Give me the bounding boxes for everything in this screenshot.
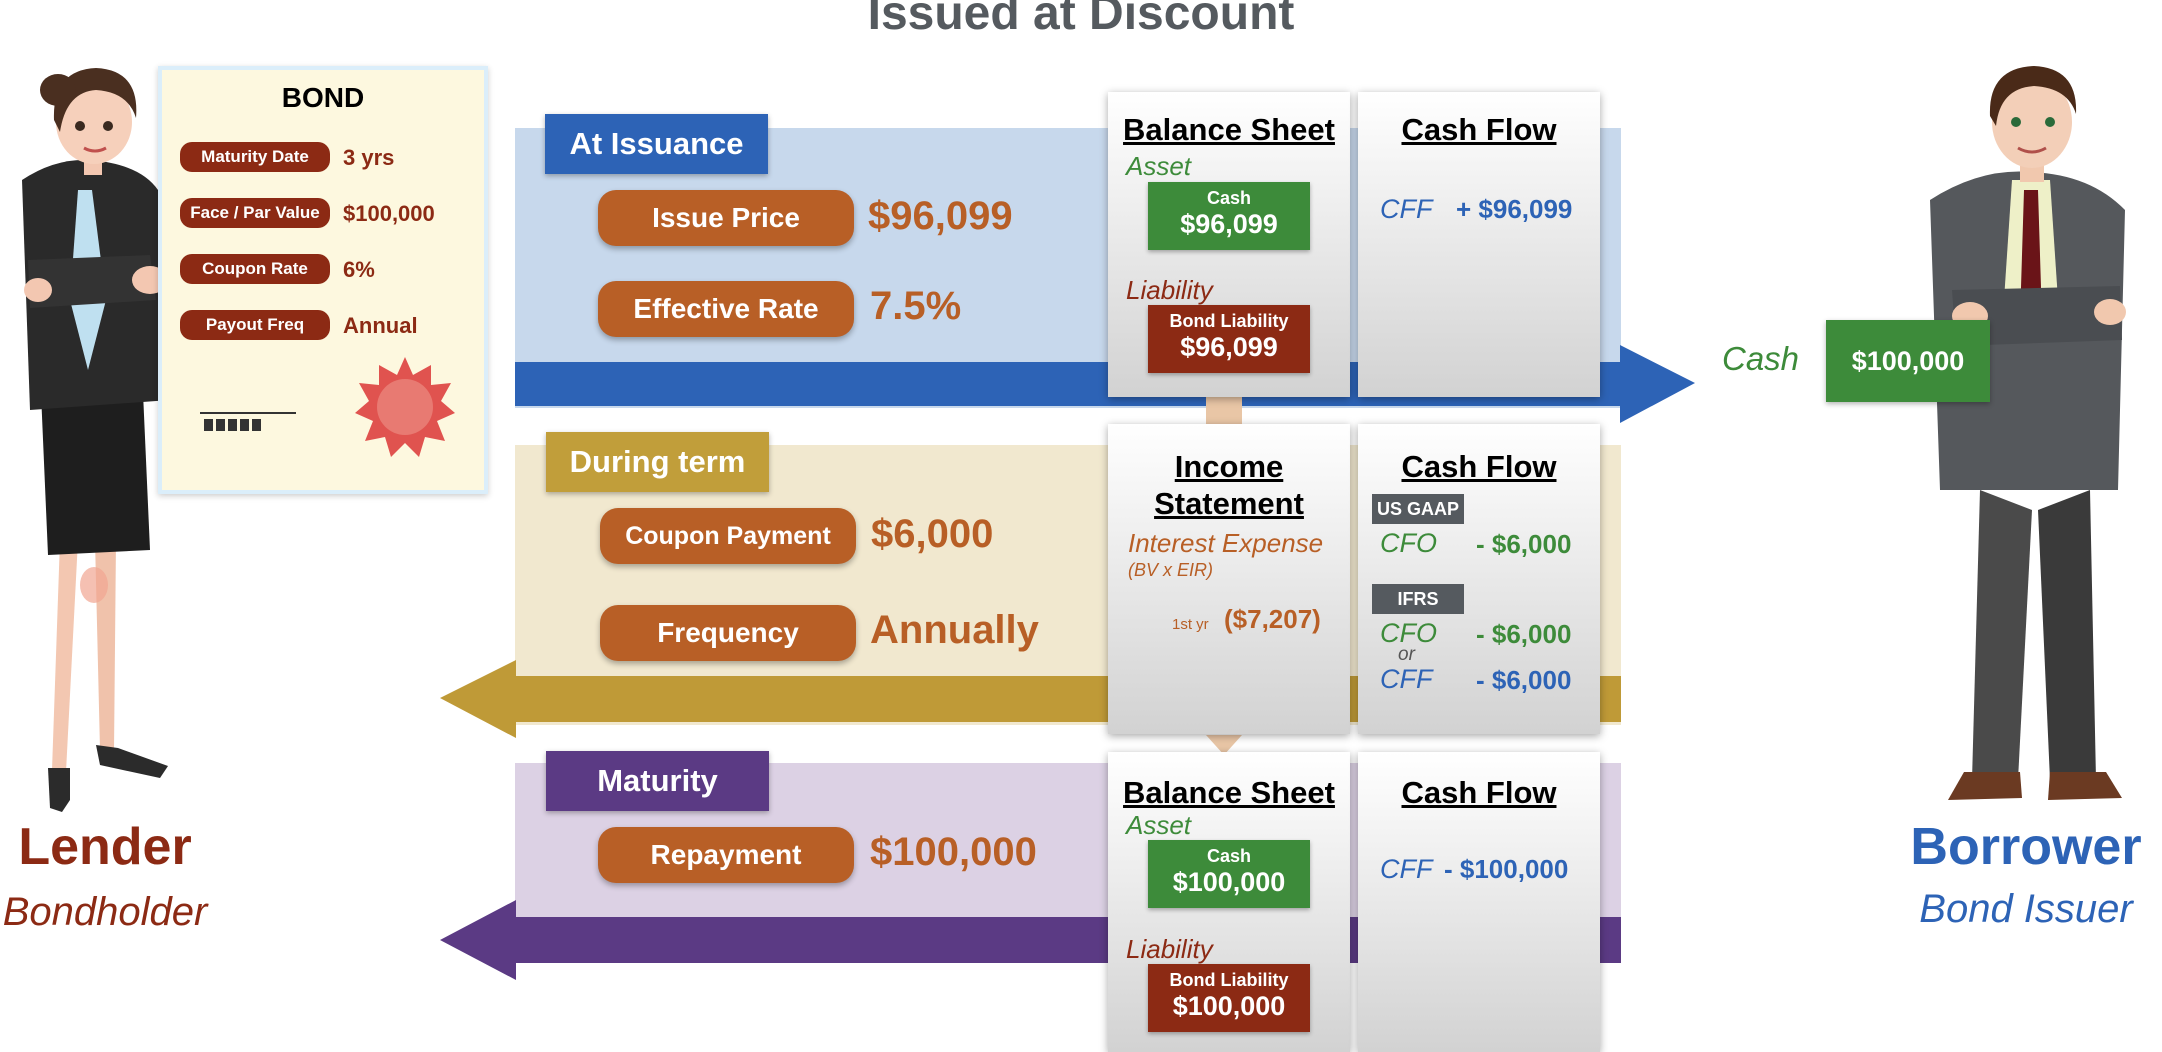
interest-expense-label: Interest Expense: [1128, 528, 1324, 558]
cash-flow-title: Cash Flow: [1401, 112, 1557, 147]
cff-amount: - $100,000: [1444, 854, 1569, 884]
income-statement-panel: Income Statement Interest Expense (BV x …: [1108, 424, 1350, 734]
borrower-name: Borrower: [1910, 818, 2142, 876]
maturity-header: Maturity: [546, 751, 769, 811]
flow-arrows: [440, 345, 1695, 980]
cash-asset-box-label: Cash: [1206, 188, 1251, 208]
issuance-cash-flow-panel: Cash Flow CFF + $96,099: [1358, 92, 1600, 397]
issue-price-pill: Issue Price: [598, 190, 854, 246]
effective-rate-pill: Effective Rate: [598, 281, 854, 337]
asset-label: Asset: [1126, 151, 1192, 181]
cash-flow-title: Cash Flow: [1401, 449, 1557, 484]
cff-amount: + $96,099: [1456, 194, 1573, 224]
bond-liability-box-label: Bond Liability: [1169, 311, 1289, 331]
frequency-pill: Frequency: [600, 605, 856, 661]
frequency-value: Annually: [870, 608, 1039, 652]
or-label: or: [1398, 644, 1415, 665]
income-statement-title-line1: Income: [1174, 449, 1284, 484]
borrower-cash-box: $100,000: [1826, 320, 1990, 402]
cash-asset-box-value: $100,000: [1172, 867, 1286, 897]
year-label: 1st yr: [1172, 616, 1209, 633]
borrower-role: Bond Issuer: [1919, 887, 2133, 931]
balance-sheet-title: Balance Sheet: [1123, 775, 1335, 810]
bond-liability-box: Bond Liability $100,000: [1148, 964, 1310, 1032]
us-gaap-cfo-amount: - $6,000: [1476, 529, 1572, 559]
us-gaap-cfo-label: CFO: [1380, 528, 1437, 558]
bond-liability-box-value: $100,000: [1172, 991, 1286, 1021]
year-value: ($7,207): [1224, 604, 1321, 634]
cash-asset-box-value: $96,099: [1180, 209, 1278, 239]
income-statement-title-line2: Statement: [1154, 486, 1304, 521]
borrower-cash-label: Cash: [1722, 340, 1800, 377]
balance-sheet-title: Balance Sheet: [1123, 112, 1335, 147]
repayment-value: $100,000: [870, 830, 1037, 874]
asset-label: Asset: [1126, 810, 1192, 840]
interest-expense-note: (BV x EIR): [1128, 560, 1214, 580]
maturity-cash-flow-panel: Cash Flow CFF - $100,000: [1358, 752, 1600, 1052]
coupon-payment-value: $6,000: [871, 512, 994, 556]
term-header: During term: [546, 432, 769, 492]
cff-label: CFF: [1380, 194, 1433, 224]
issuance-balance-sheet-panel: Balance Sheet Asset Cash $96,099 Liabili…: [1108, 92, 1350, 397]
ifrs-cfo-amount: - $6,000: [1476, 619, 1572, 649]
coupon-payment-pill: Coupon Payment: [600, 508, 856, 564]
repayment-pill: Repayment: [598, 827, 854, 883]
term-cash-flow-panel: Cash Flow US GAAP CFO - $6,000 IFRS CFO …: [1358, 424, 1600, 734]
ifrs-cff-label: CFF: [1380, 664, 1433, 694]
cash-flow-title: Cash Flow: [1401, 775, 1557, 810]
cash-asset-box: Cash $96,099: [1148, 182, 1310, 250]
liability-label: Liability: [1126, 275, 1213, 305]
cff-label: CFF: [1380, 854, 1433, 884]
bond-liability-box-label: Bond Liability: [1169, 970, 1289, 990]
ifrs-badge: IFRS: [1372, 584, 1464, 614]
liability-label: Liability: [1126, 934, 1213, 964]
effective-rate-value: 7.5%: [870, 284, 962, 328]
issuance-header: At Issuance: [545, 114, 768, 174]
issue-price-value: $96,099: [868, 194, 1013, 238]
bond-liability-box: Bond Liability $96,099: [1148, 305, 1310, 373]
bond-liability-box-value: $96,099: [1180, 332, 1278, 362]
ifrs-cff-amount: - $6,000: [1476, 665, 1572, 695]
cash-asset-box-label: Cash: [1206, 846, 1251, 866]
us-gaap-badge: US GAAP: [1372, 494, 1464, 524]
borrower-figure-icon: [1930, 66, 2126, 800]
maturity-balance-sheet-panel: Balance Sheet Asset Cash $100,000 Liabil…: [1108, 752, 1350, 1052]
cash-asset-box: Cash $100,000: [1148, 840, 1310, 908]
